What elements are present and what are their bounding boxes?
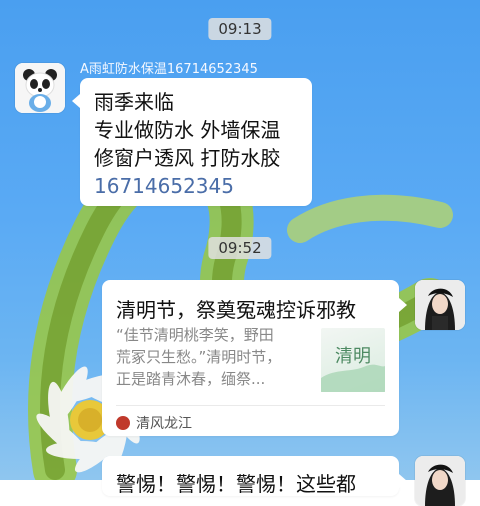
card-title: 清明节，祭奠冤魂控诉邪教: [116, 298, 356, 322]
card-desc-line: “佳节清明桃李笑，野田: [116, 326, 274, 344]
card-thumbnail: 清明: [321, 328, 385, 392]
card-source-name: 清风龙江: [136, 416, 192, 432]
card-desc-line: 正是踏青沐春，缅祭...: [116, 370, 266, 388]
sender-name: A雨虹防水保温16714652345: [80, 62, 258, 77]
card-title: 警惕！警惕！警惕！这些都: [116, 472, 356, 496]
article-card[interactable]: 警惕！警惕！警惕！这些都: [102, 456, 407, 496]
card-divider: [116, 405, 385, 406]
phone-number-link[interactable]: 16714652345: [94, 172, 280, 200]
self-avatar[interactable]: [415, 280, 465, 330]
girl-avatar-icon: [415, 280, 465, 330]
sender-avatar[interactable]: [15, 63, 65, 113]
timestamp-pill: 09:13: [208, 18, 272, 40]
message-line: 修窗户透风 打防水胶: [94, 146, 281, 170]
timestamp-pill: 09:52: [208, 237, 272, 259]
text-message-bubble[interactable]: 雨季来临 专业做防水 外墙保温 修窗户透风 打防水胶 16714652345: [72, 78, 312, 206]
message-line: 专业做防水 外墙保温: [94, 118, 281, 142]
thumb-caption: 清明: [335, 346, 371, 367]
article-card[interactable]: 清明节，祭奠冤魂控诉邪教 “佳节清明桃李笑，野田 荒冢只生愁。”清明时节， 正是…: [102, 280, 407, 436]
girl-avatar-icon: [415, 456, 465, 506]
card-desc-line: 荒冢只生愁。”清明时节，: [116, 348, 282, 366]
self-avatar[interactable]: [415, 456, 465, 506]
qingfeng-logo-icon: [116, 416, 130, 430]
message-line: 雨季来临: [94, 90, 174, 114]
card-source: 清风龙江: [116, 413, 192, 433]
panda-avatar-icon: [15, 63, 65, 113]
qingming-thumbnail-image: 清明: [321, 346, 385, 392]
